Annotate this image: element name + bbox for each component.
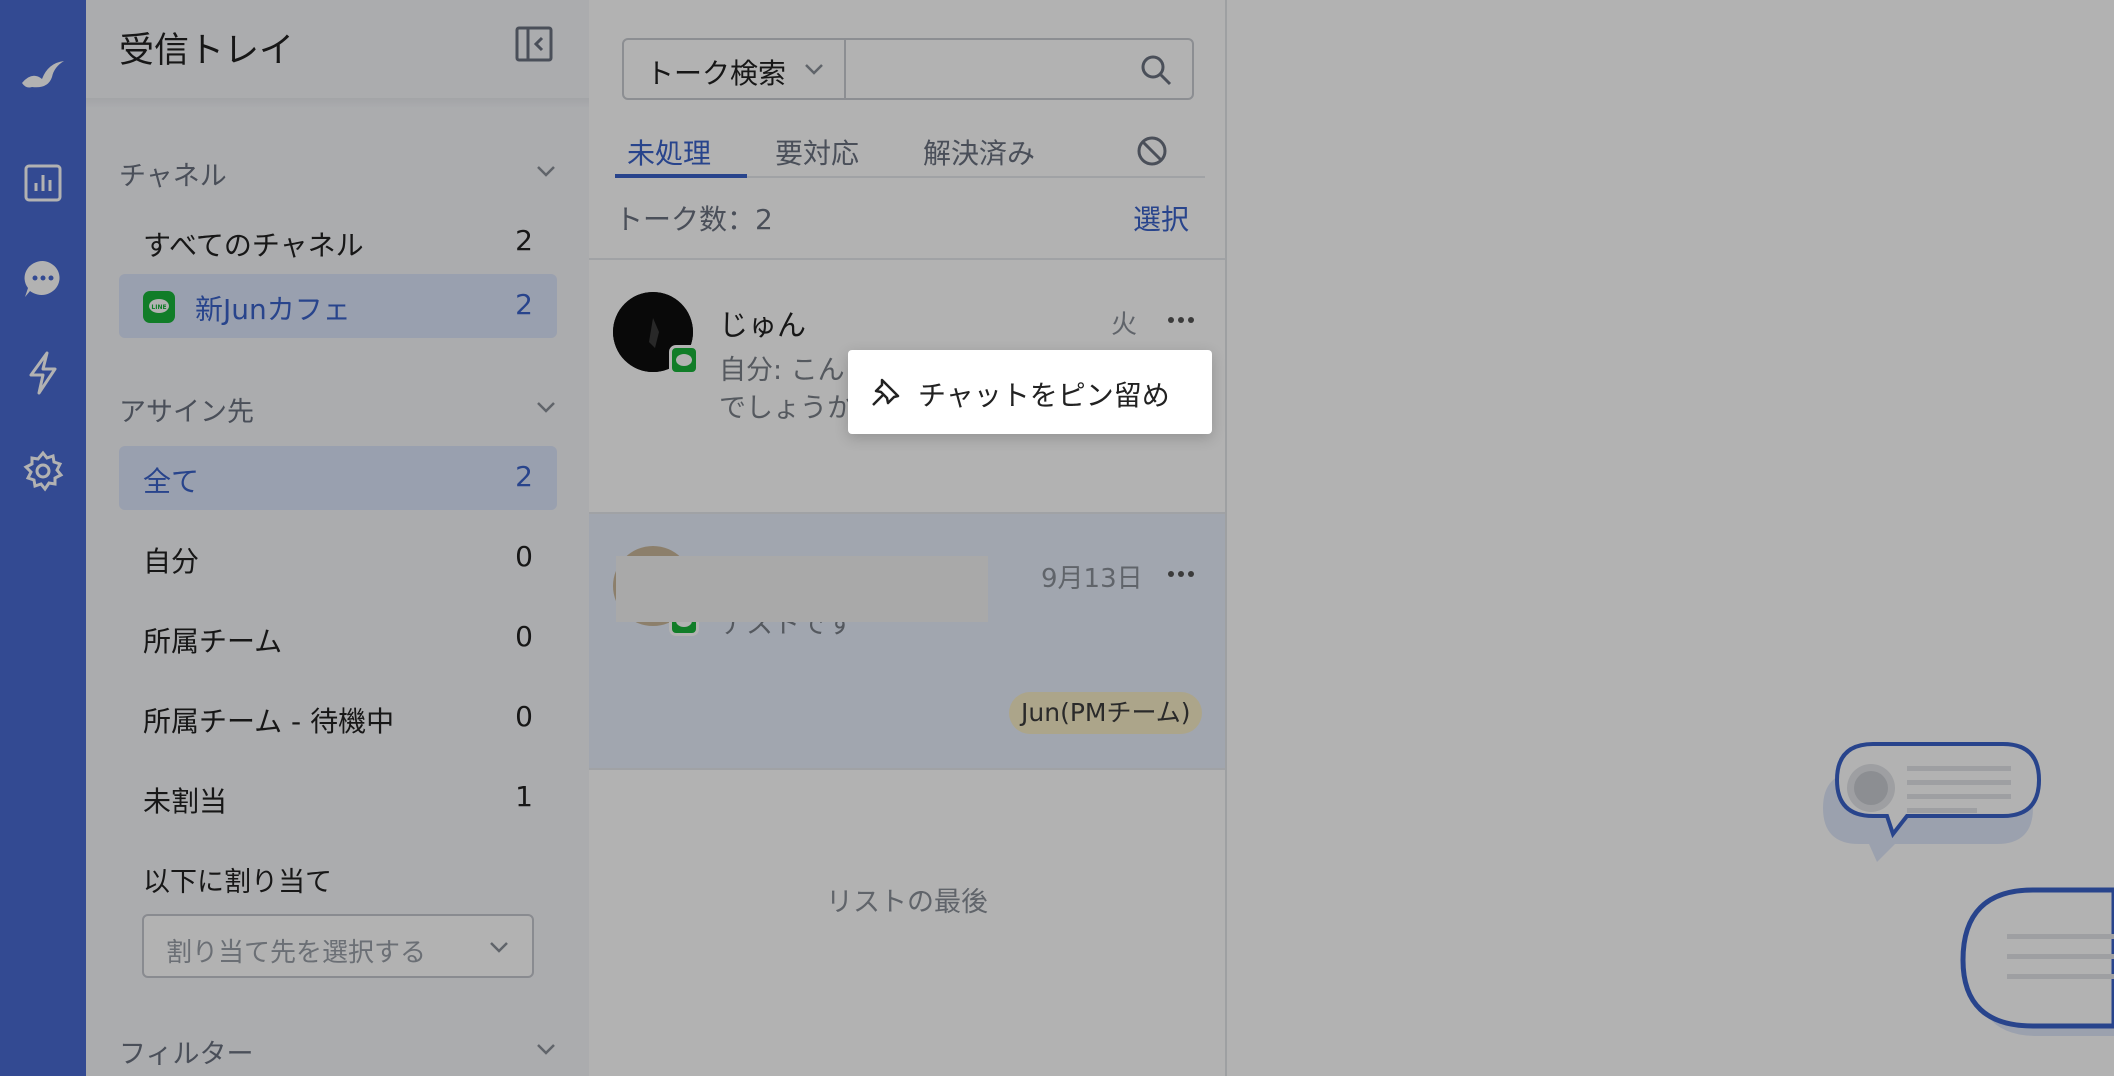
pin-chat-menu-item[interactable]: チャットをピン留め [918,374,1170,414]
modal-overlay[interactable] [0,0,2114,1076]
pin-icon [872,378,900,406]
context-menu: チャットをピン留め [848,350,1212,434]
